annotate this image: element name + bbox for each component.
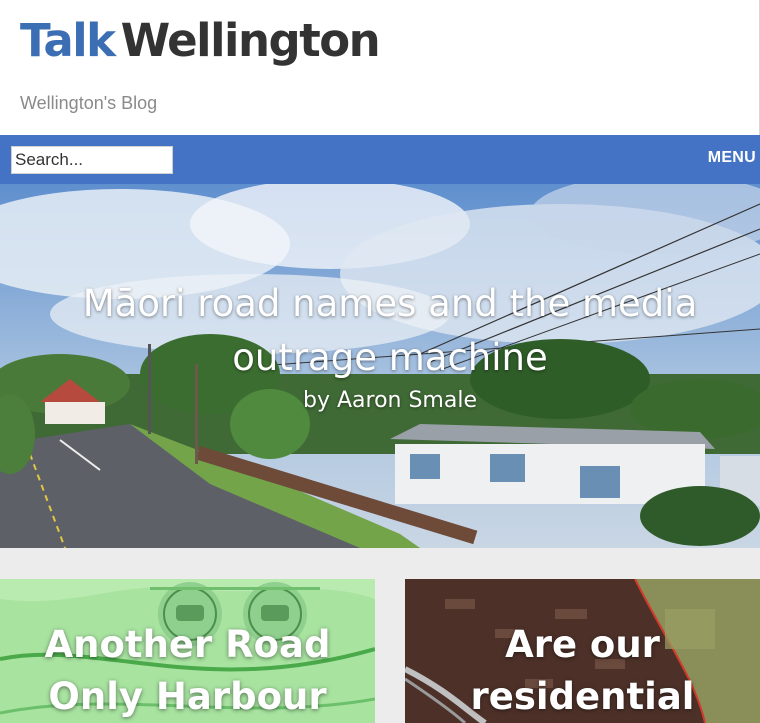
menu-button[interactable]: MENU: [708, 148, 756, 168]
hero-title[interactable]: Māori road names and the media outrage m…: [0, 277, 760, 385]
logo-wellington[interactable]: Wellington: [121, 14, 381, 67]
card-title[interactable]: Another Road Only Harbour: [0, 619, 375, 723]
card-title[interactable]: Are our residential: [405, 619, 760, 723]
hero-featured-post[interactable]: Māori road names and the media outrage m…: [0, 184, 760, 548]
site-tagline: Wellington's Blog: [20, 93, 158, 113]
page: TalkWellington Wellington's Blog MENU: [0, 0, 760, 723]
logo-talk[interactable]: Talk: [20, 14, 116, 67]
nav-bar: MENU: [0, 135, 760, 184]
post-card[interactable]: Another Road Only Harbour: [0, 579, 375, 723]
search-input[interactable]: [11, 146, 173, 174]
hero-byline: by Aaron Smale: [303, 388, 477, 413]
hero-text: Māori road names and the media outrage m…: [0, 277, 760, 415]
post-card[interactable]: Are our residential: [405, 579, 760, 723]
site-logo[interactable]: Talk Wellington: [20, 14, 381, 68]
site-header: Talk Wellington Wellington's Blog: [0, 0, 760, 135]
